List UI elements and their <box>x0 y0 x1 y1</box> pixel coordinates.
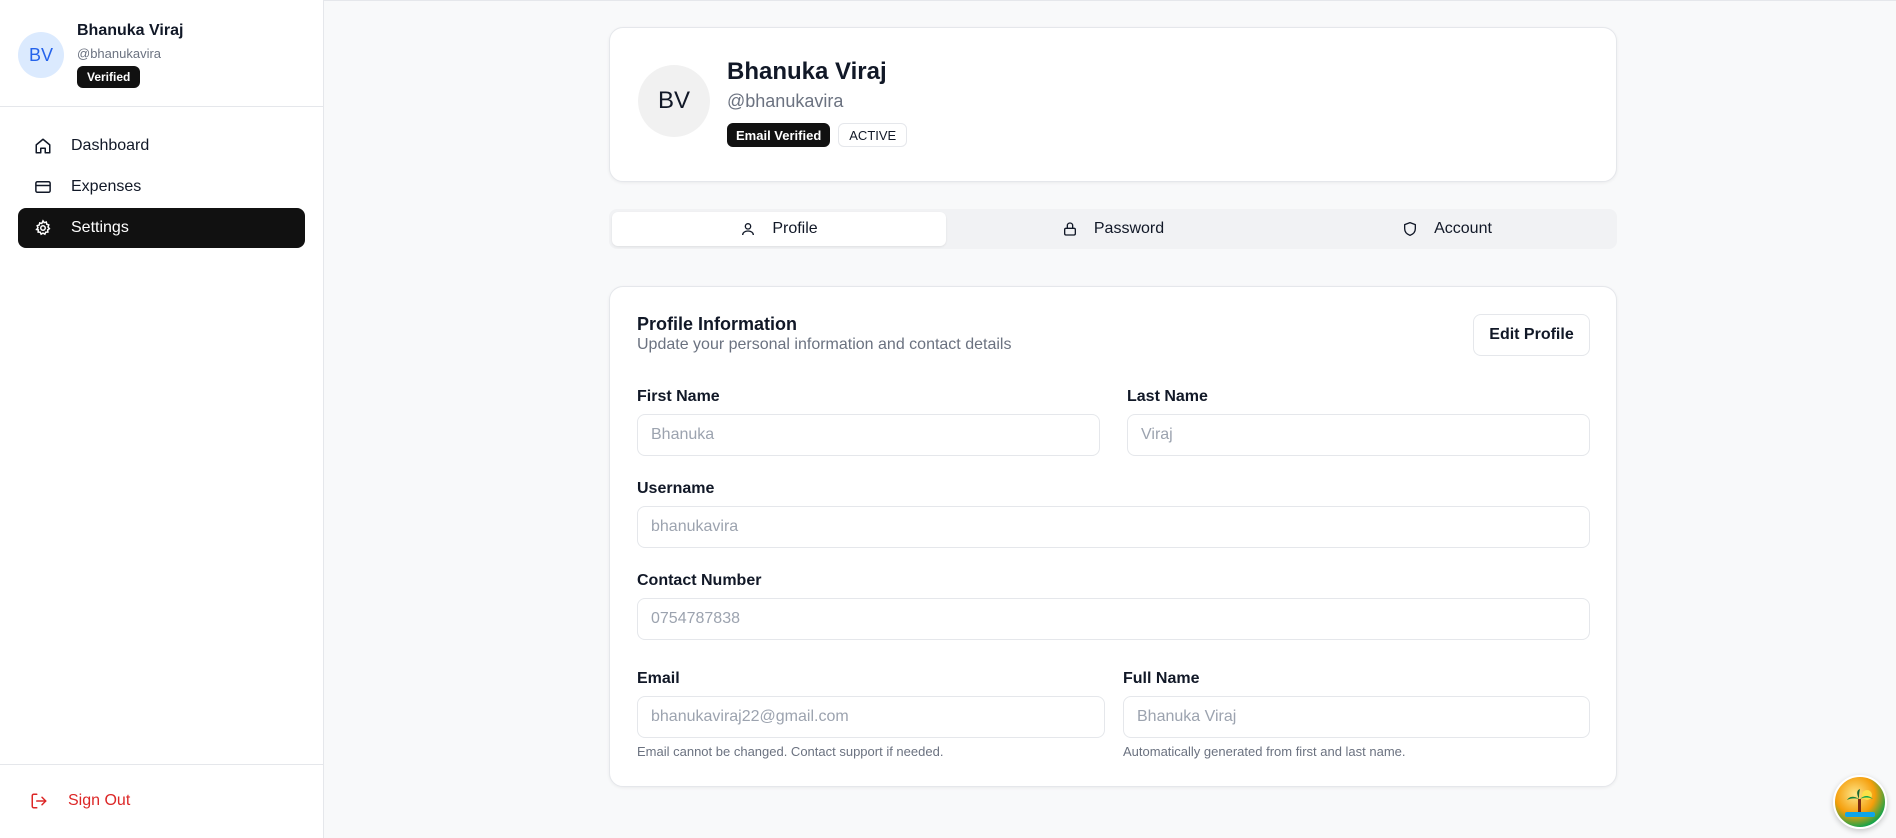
sidebar-item-label: Expenses <box>71 178 142 195</box>
tab-label: Profile <box>772 220 818 237</box>
floating-app-icon[interactable] <box>1833 775 1887 829</box>
sidebar-item-label: Settings <box>71 219 129 236</box>
gear-icon <box>33 218 53 238</box>
home-icon <box>33 136 53 156</box>
tab-profile[interactable]: Profile <box>612 212 946 246</box>
last-name-label: Last Name <box>1127 388 1208 405</box>
sign-out-button[interactable]: Sign Out <box>30 791 130 811</box>
sidebar-item-dashboard[interactable]: Dashboard <box>18 126 305 166</box>
email-help-text: Email cannot be changed. Contact support… <box>637 744 944 759</box>
sidebar-item-expenses[interactable]: Expenses <box>18 167 305 207</box>
profile-name: Bhanuka Viraj <box>727 58 887 85</box>
edit-profile-button[interactable]: Edit Profile <box>1473 314 1590 356</box>
profile-badges: Email Verified ACTIVE <box>727 123 908 147</box>
username-field[interactable] <box>637 506 1590 548</box>
sidebar-item-label: Dashboard <box>71 137 150 154</box>
profile-header-card: BV Bhanuka Viraj @bhanukavira Email Veri… <box>609 27 1617 182</box>
tab-label: Password <box>1093 220 1165 237</box>
email-label: Email <box>637 670 680 687</box>
full-name-help-text: Automatically generated from first and l… <box>1123 744 1406 759</box>
full-name-label: Full Name <box>1123 670 1200 687</box>
sidebar-user-name: Bhanuka Viraj <box>77 22 184 39</box>
username-label: Username <box>637 480 715 497</box>
profile-information-card: Profile Information Update your personal… <box>609 286 1617 787</box>
profile-avatar: BV <box>638 65 710 137</box>
verified-badge: Verified <box>77 66 141 88</box>
first-name-label: First Name <box>637 388 720 405</box>
avatar: BV <box>18 32 64 78</box>
logout-icon <box>30 791 50 811</box>
email-verified-badge: Email Verified <box>727 123 831 147</box>
sidebar-user-panel: BV Bhanuka Viraj @bhanukavira Verified <box>0 0 323 107</box>
profile-handle: @bhanukavira <box>727 91 844 111</box>
contact-number-label: Contact Number <box>637 572 762 589</box>
lock-icon <box>1062 220 1080 238</box>
first-name-field[interactable] <box>637 414 1100 456</box>
user-icon <box>740 220 758 238</box>
status-badge: ACTIVE <box>838 123 908 147</box>
section-title: Profile Information <box>637 314 798 334</box>
sign-out-label: Sign Out <box>68 792 131 809</box>
sidebar-footer: Sign Out <box>0 764 323 838</box>
credit-card-icon <box>33 177 53 197</box>
palm-tree-icon <box>1845 789 1875 817</box>
sidebar-item-settings[interactable]: Settings <box>18 208 305 248</box>
tab-account[interactable]: Account <box>1280 212 1614 246</box>
tab-label: Account <box>1434 220 1492 237</box>
sidebar-user-handle: @bhanukavira <box>77 46 162 61</box>
email-field[interactable] <box>637 696 1105 738</box>
shield-icon <box>1402 220 1420 238</box>
contact-number-field[interactable] <box>637 598 1590 640</box>
section-subtitle: Update your personal information and con… <box>637 336 1012 353</box>
last-name-field[interactable] <box>1127 414 1590 456</box>
tab-password[interactable]: Password <box>946 212 1280 246</box>
full-name-field[interactable] <box>1123 696 1590 738</box>
sidebar: BV Bhanuka Viraj @bhanukavira Verified D… <box>0 0 324 838</box>
settings-tabs: Profile Password Account <box>609 209 1617 249</box>
sidebar-nav: Dashboard Expenses Settings <box>18 126 305 249</box>
